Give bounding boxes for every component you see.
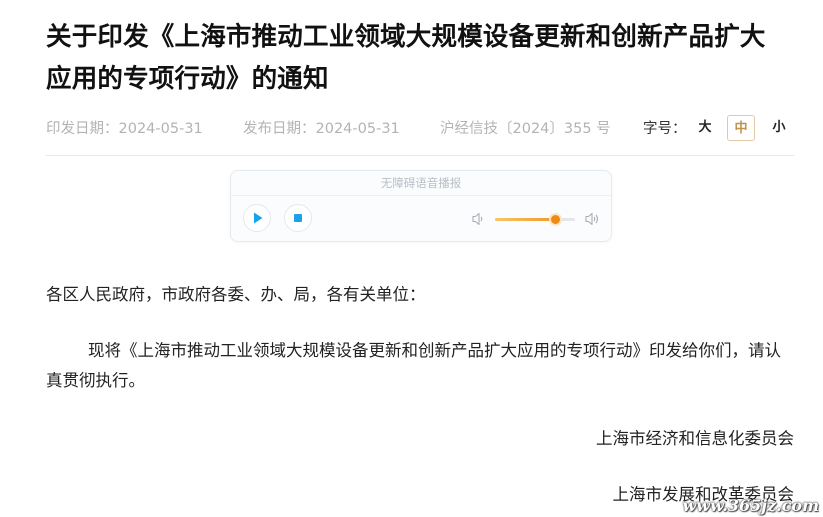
- volume-slider[interactable]: [495, 215, 575, 224]
- volume-high-icon[interactable]: [584, 211, 602, 227]
- stop-icon: [294, 214, 302, 222]
- volume-low-icon[interactable]: [471, 211, 485, 227]
- volume-slider-fill: [495, 218, 555, 221]
- page-title: 关于印发《上海市推动工业领域大规模设备更新和创新产品扩大应用的专项行动》的通知: [46, 22, 766, 94]
- watermark: www.365jz.com: [682, 496, 819, 515]
- article-meta: 印发日期：2024-05-31 发布日期：2024-05-31 沪经信技〔202…: [46, 114, 796, 144]
- print-date: 印发日期：2024-05-31: [46, 121, 203, 137]
- stop-button[interactable]: [284, 204, 312, 232]
- signature-issuer: 上海市经济和信息化委员会: [596, 429, 794, 448]
- document-number: 沪经信技〔2024〕355 号: [440, 121, 611, 137]
- volume-slider-handle[interactable]: [551, 215, 560, 224]
- body-paragraph: 现将《上海市推动工业领域大规模设备更新和创新产品扩大应用的专项行动》印发给你们，…: [46, 341, 781, 390]
- audio-player: 无障碍语音播报: [230, 170, 612, 242]
- audio-player-label: 无障碍语音播报: [231, 171, 611, 196]
- greeting-paragraph: 各区人民政府，市政府各委、办、局，各有关单位：: [46, 285, 426, 304]
- play-icon: [254, 212, 263, 224]
- divider: [46, 155, 794, 156]
- font-size-large-button[interactable]: 大: [691, 115, 719, 141]
- font-size-label: 字号：: [643, 121, 687, 137]
- font-size-small-button[interactable]: 小: [765, 115, 793, 141]
- publish-date: 发布日期：2024-05-31: [243, 121, 400, 137]
- play-button[interactable]: [243, 204, 271, 232]
- font-size-medium-button[interactable]: 中: [727, 115, 755, 141]
